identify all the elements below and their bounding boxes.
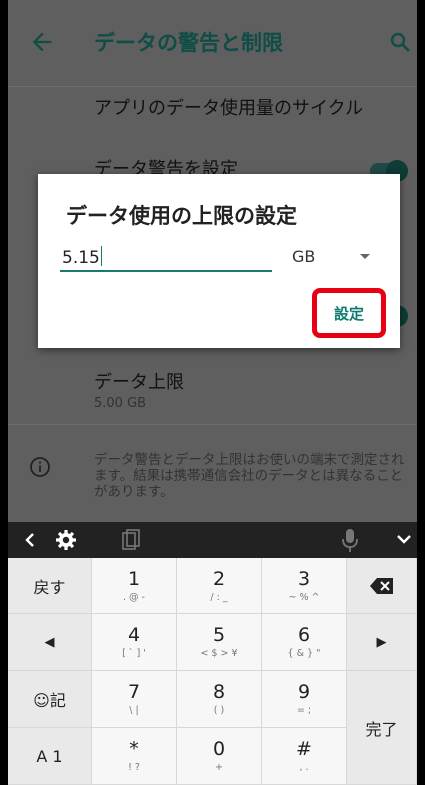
back-arrow-icon[interactable] <box>28 28 56 56</box>
key-4[interactable]: 4[ ` ] ' <box>92 614 177 671</box>
cursor-right-key[interactable]: ▶ <box>347 614 417 671</box>
cursor-left-key[interactable]: ◀ <box>8 614 92 671</box>
chevron-down-icon[interactable] <box>396 533 412 547</box>
dropdown-arrow-icon[interactable] <box>360 254 370 259</box>
key-hash[interactable]: #, . <box>262 728 347 785</box>
done-key[interactable]: 完了 <box>347 671 417 785</box>
key-7[interactable]: 7 \ | <box>92 671 177 728</box>
divider <box>8 424 417 425</box>
limit-value-text: 5.15 <box>62 248 100 268</box>
unit-select[interactable]: GB <box>292 247 315 266</box>
app-bar: データの警告と制限 <box>8 0 417 87</box>
key-5[interactable]: 5 < $ > ¥ <box>177 614 262 671</box>
info-text: データ警告とデータ上限はお使いの端末で測定されます。結果は携帯通信会社のデータと… <box>94 452 405 500</box>
screen: データの警告と制限 アプリのデータ使用量のサイクル データ警告を設定 データ上限… <box>8 0 417 785</box>
key-6[interactable]: 6{ & } " <box>262 614 347 671</box>
text-caret <box>100 246 103 266</box>
chevron-left-icon[interactable] <box>22 532 38 548</box>
mic-icon[interactable] <box>340 527 360 553</box>
key-9[interactable]: 9 = ; <box>262 671 347 728</box>
keyboard-toolbar <box>8 522 417 558</box>
key-star[interactable]: *! ? <box>92 728 177 785</box>
limit-value-input[interactable]: 5.15 <box>60 246 272 272</box>
emoji-symbol-key[interactable]: ☺記 <box>8 671 92 728</box>
gear-icon[interactable] <box>54 528 78 552</box>
data-cycle-item[interactable]: アプリのデータ使用量のサイクル <box>94 94 363 120</box>
set-button[interactable]: 設定 <box>312 288 386 338</box>
key-2[interactable]: 2/ : _ <box>177 558 262 614</box>
backspace-icon <box>369 577 393 594</box>
undo-key[interactable]: 戻す <box>8 558 92 614</box>
data-limit-dialog: データ使用の上限の設定 5.15 GB 設定 <box>38 174 400 348</box>
page-title: データの警告と制限 <box>94 31 283 55</box>
key-0[interactable]: 0 + <box>177 728 262 785</box>
info-icon <box>30 457 50 477</box>
backspace-key[interactable] <box>347 558 417 614</box>
input-mode-key[interactable]: A 1 <box>8 728 92 785</box>
key-1[interactable]: 1. @ - <box>92 558 177 614</box>
dialog-title: データ使用の上限の設定 <box>66 204 297 228</box>
keyboard: 戻す 1. @ - 2/ : _ 3 ~ % ^ ◀ 4[ ` ] ' 5 < $ … <box>8 558 417 785</box>
clipboard-icon[interactable] <box>120 528 142 552</box>
search-icon[interactable] <box>388 30 412 54</box>
data-limit-item[interactable]: データ上限 <box>94 368 184 394</box>
key-3[interactable]: 3 ~ % ^ <box>262 558 347 614</box>
data-limit-value: 5.00 GB <box>94 396 147 411</box>
key-8[interactable]: 8( ) <box>177 671 262 728</box>
